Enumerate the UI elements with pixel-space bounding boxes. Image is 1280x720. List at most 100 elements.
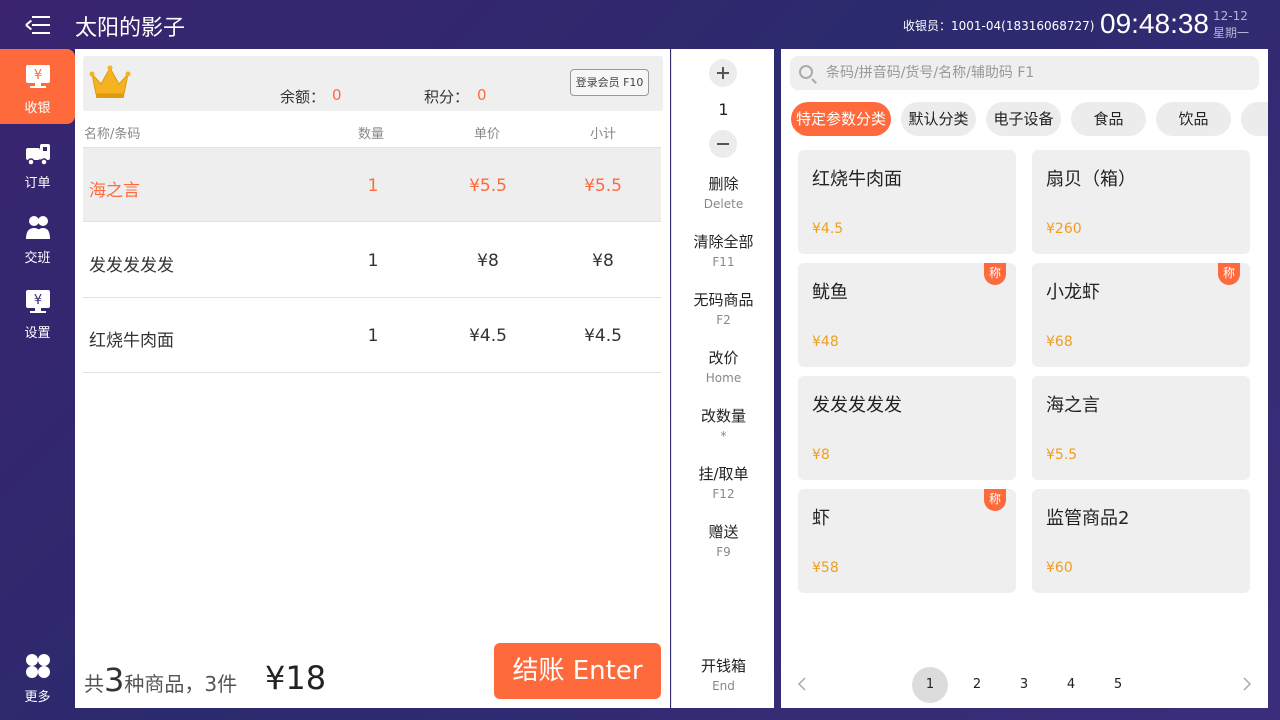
table-row[interactable]: 红烧牛肉面 1 ¥4.5 ¥4.5 [83, 298, 661, 373]
page-button[interactable]: 3 [1006, 667, 1042, 703]
item-qty: 1 [367, 251, 379, 271]
no-barcode-item-button[interactable]: 无码商品 F2 [672, 289, 775, 327]
product-card[interactable]: 虾 ¥58 称 [798, 489, 1016, 593]
increase-qty-button[interactable] [709, 59, 737, 87]
category-tab[interactable] [1241, 102, 1268, 136]
product-card[interactable]: 海之言 ¥5.5 [1032, 376, 1250, 480]
summary-mid: 种商品， [124, 672, 205, 696]
table-row[interactable]: 发发发发发 1 ¥8 ¥8 [83, 223, 661, 298]
checkout-button[interactable]: 结账 Enter [494, 643, 661, 699]
action-shortcut: Delete [703, 197, 744, 211]
item-qty: 1 [367, 176, 379, 196]
points-label: 积分： [424, 88, 470, 106]
category-tab[interactable]: 电子设备 [986, 102, 1061, 136]
item-price: ¥4.5 [469, 326, 507, 346]
product-card[interactable]: 红烧牛肉面 ¥4.5 [798, 150, 1016, 254]
product-name: 海之言 [1046, 395, 1100, 416]
action-label: 无码商品 [693, 291, 754, 309]
gift-button[interactable]: 赠送 F9 [672, 521, 775, 559]
product-card[interactable]: 监管商品2 ¥60 [1032, 489, 1250, 593]
category-tab[interactable]: 饮品 [1156, 102, 1231, 136]
column-header-price: 单价 [474, 127, 501, 142]
sidebar-item-settings[interactable]: ¥ 设置 [0, 274, 75, 349]
menu-collapse-icon[interactable] [25, 14, 50, 36]
sidebar-item-label: 交班 [24, 251, 51, 266]
hold-order-button[interactable]: 挂/取单 F12 [672, 463, 775, 501]
qty-display: 1 [718, 100, 729, 119]
action-shortcut: F12 [712, 487, 735, 501]
weighed-badge: 称 [1218, 263, 1240, 285]
search-bar [790, 56, 1259, 90]
product-price: ¥4.5 [812, 221, 844, 237]
product-card[interactable]: 鱿鱼 ¥48 称 [798, 263, 1016, 367]
action-shortcut: Home [705, 371, 742, 385]
product-name: 发发发发发 [812, 395, 902, 416]
category-tab[interactable]: 特定参数分类 [791, 102, 891, 136]
item-name: 海之言 [89, 181, 140, 201]
order-panel: 余额： 0 积分： 0 登录会员 F10 名称/条码 数量 单价 小计 海之言 … [75, 49, 670, 708]
product-name: 鱿鱼 [812, 282, 848, 303]
action-shortcut: F9 [716, 545, 731, 559]
action-shortcut: * [720, 429, 727, 443]
balance-label: 余额： [280, 88, 326, 106]
more-icon [26, 654, 50, 678]
minus-icon [717, 143, 729, 145]
delete-button[interactable]: 删除 Delete [672, 173, 775, 211]
sidebar-item-more[interactable]: 更多 [0, 638, 75, 713]
action-label: 赠送 [708, 523, 739, 541]
product-card[interactable]: 发发发发发 ¥8 [798, 376, 1016, 480]
change-qty-button[interactable]: 改数量 * [672, 405, 775, 443]
page-button[interactable]: 4 [1053, 667, 1089, 703]
item-name: 红烧牛肉面 [89, 331, 174, 351]
sidebar-item-cashier[interactable]: ¥ 收银 [0, 49, 75, 124]
weighed-badge: 称 [984, 489, 1006, 511]
clear-all-button[interactable]: 清除全部 F11 [672, 231, 775, 269]
sidebar-item-orders[interactable]: 订单 [0, 124, 75, 199]
product-name: 小龙虾 [1046, 282, 1100, 303]
svg-text:¥: ¥ [34, 293, 42, 308]
open-drawer-button[interactable]: 开钱箱 End [672, 655, 775, 693]
product-card[interactable]: 小龙虾 ¥68 称 [1032, 263, 1250, 367]
balance-value: 0 [332, 86, 342, 104]
sidebar-item-shift[interactable]: 交班 [0, 199, 75, 274]
cashier-icon: ¥ [26, 65, 50, 88]
product-price: ¥5.5 [1046, 447, 1078, 463]
change-price-button[interactable]: 改价 Home [672, 347, 775, 385]
action-label: 删除 [708, 175, 739, 193]
search-input[interactable] [826, 56, 1246, 90]
actions-column: 1 删除 Delete 清除全部 F11 无码商品 F2 改价 Home 改数量… [671, 49, 774, 708]
summary-suffix: 件 [217, 672, 238, 696]
header: 太阳的影子 收银员：1001-04(18316068727) 09:48:38 … [0, 0, 1280, 49]
summary-kinds: 3 [104, 661, 125, 699]
chevron-left-icon[interactable] [795, 677, 809, 691]
product-name: 扇贝（箱） [1046, 169, 1136, 190]
date-block: 12-12 星期一 [1213, 8, 1249, 42]
category-tab[interactable]: 食品 [1071, 102, 1146, 136]
page-button[interactable]: 2 [959, 667, 995, 703]
weekday: 星期一 [1213, 26, 1250, 40]
product-price: ¥58 [812, 560, 839, 576]
weighed-badge: 称 [984, 263, 1006, 285]
member-bar: 余额： 0 积分： 0 登录会员 F10 [83, 56, 663, 111]
page-button[interactable]: 5 [1100, 667, 1136, 703]
table-row[interactable]: 海之言 1 ¥5.5 ¥5.5 [83, 147, 661, 222]
sidebar-item-label: 订单 [24, 176, 51, 191]
item-subtotal: ¥5.5 [584, 176, 622, 196]
item-subtotal: ¥4.5 [584, 326, 622, 346]
sidebar: ¥ 收银 订单 交班 ¥ 设置 更多 [0, 49, 75, 720]
item-name: 发发发发发 [89, 256, 174, 276]
product-card[interactable]: 扇贝（箱） ¥260 [1032, 150, 1250, 254]
chevron-right-icon[interactable] [1240, 677, 1254, 691]
svg-text:¥: ¥ [34, 68, 42, 83]
summary-count: 3 [204, 672, 218, 696]
item-price: ¥8 [477, 251, 499, 271]
decrease-qty-button[interactable] [709, 130, 737, 158]
settings-icon: ¥ [26, 290, 50, 313]
category-tab[interactable]: 默认分类 [901, 102, 976, 136]
action-label: 开钱箱 [700, 657, 746, 675]
summary-prefix: 共 [84, 672, 104, 696]
product-price: ¥260 [1046, 221, 1082, 237]
page-button[interactable]: 1 [912, 667, 948, 703]
login-member-button[interactable]: 登录会员 F10 [570, 69, 649, 96]
item-subtotal: ¥8 [592, 251, 614, 271]
